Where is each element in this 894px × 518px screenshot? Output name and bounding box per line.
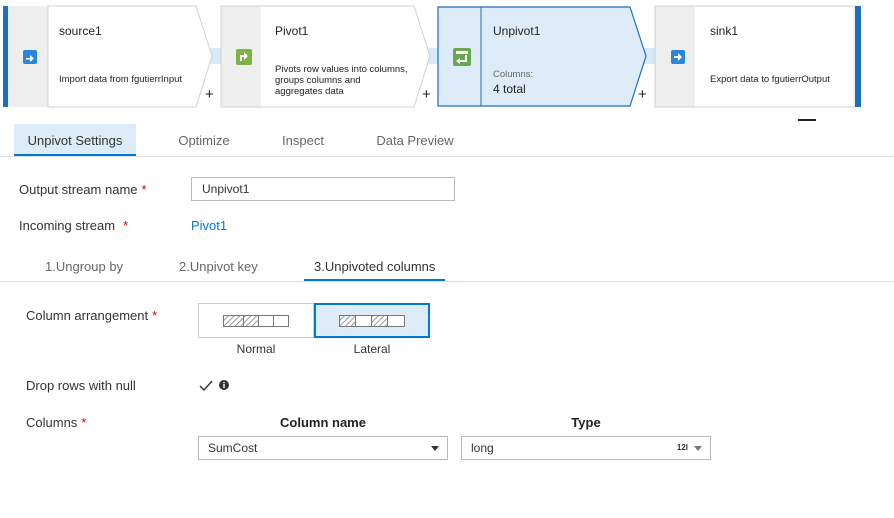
unpivot-icon <box>443 6 481 107</box>
source-icon <box>11 6 49 107</box>
incoming-stream-label: Incoming stream * <box>19 218 128 233</box>
required-marker: * <box>152 308 158 323</box>
output-stream-input[interactable]: Unpivot1 <box>191 177 455 201</box>
required-marker: * <box>123 218 129 233</box>
unpivot-steps-tabs: 1.Ungroup by 2.Unpivot key 3.Unpivoted c… <box>0 253 894 282</box>
lateral-arrangement-icon <box>339 314 405 327</box>
node-title: sink1 <box>710 24 739 38</box>
subtab-unpivot-key[interactable]: 2.Unpivot key <box>179 253 258 281</box>
add-transform-button[interactable]: + <box>422 87 431 102</box>
arrangement-normal-option[interactable] <box>198 303 314 338</box>
tab-inspect[interactable]: Inspect <box>272 124 334 156</box>
normal-arrangement-icon <box>223 314 289 327</box>
arrangement-lateral-option[interactable] <box>314 303 430 338</box>
output-stream-label-text: Output stream name <box>19 182 138 197</box>
node-description: Import data from fgutierrInput <box>59 74 183 85</box>
tab-data-preview[interactable]: Data Preview <box>366 124 464 156</box>
columns-count: 4 total <box>493 82 526 96</box>
chevron-down-icon <box>694 446 702 451</box>
type-value: long <box>471 441 494 455</box>
drop-rows-label: Drop rows with null <box>26 378 136 393</box>
node-title: Unpivot1 <box>493 24 541 38</box>
node-pivot1[interactable]: Pivot1 Pivots row values into columns, g… <box>220 5 431 108</box>
node-description: Pivots row values into columns, groups c… <box>275 64 408 97</box>
required-marker: * <box>141 182 147 197</box>
column-name-value: SumCost <box>208 441 258 455</box>
type-dropdown[interactable]: long 12l <box>461 436 711 460</box>
incoming-stream-label-text: Incoming stream <box>19 218 116 233</box>
column-name-header: Column name <box>280 415 366 430</box>
settings-tabs: Unpivot Settings Optimize Inspect Data P… <box>0 124 894 157</box>
type-header: Type <box>571 415 601 430</box>
info-icon[interactable] <box>219 380 229 390</box>
sink-icon <box>659 6 697 107</box>
column-name-dropdown[interactable]: SumCost <box>198 436 448 460</box>
scroll-indicator[interactable] <box>798 119 816 121</box>
incoming-stream-link[interactable]: Pivot1 <box>191 218 227 233</box>
description-line: Pivots row values into columns, <box>275 64 408 75</box>
columns-label: Columns * <box>26 415 86 430</box>
node-title: source1 <box>59 24 102 38</box>
description-line: groups columns and <box>275 75 361 86</box>
node-unpivot1[interactable]: Unpivot1 Columns: 4 total <box>437 6 649 107</box>
pivot-icon <box>225 6 263 107</box>
node-description: Export data to fgutierrOutput <box>710 74 830 85</box>
subtab-unpivoted-columns[interactable]: 3.Unpivoted columns <box>304 253 446 281</box>
node-title: Pivot1 <box>275 24 309 38</box>
arrangement-normal-label: Normal <box>236 342 276 356</box>
tab-optimize[interactable]: Optimize <box>168 124 240 156</box>
checkmark-icon <box>199 380 213 391</box>
subtab-ungroup-by[interactable]: 1.Ungroup by <box>45 253 123 281</box>
columns-label: Columns: <box>493 69 534 80</box>
pipeline-canvas: source1 Import data from fgutierrInput +… <box>0 0 894 121</box>
add-transform-button[interactable]: + <box>205 87 214 102</box>
required-marker: * <box>81 415 87 430</box>
tab-unpivot-settings[interactable]: Unpivot Settings <box>14 124 136 156</box>
columns-label-text: Columns <box>26 415 78 430</box>
drop-rows-checkbox[interactable] <box>198 378 213 393</box>
column-arrangement-label-text: Column arrangement <box>26 308 149 323</box>
output-stream-label: Output stream name * <box>19 182 147 197</box>
add-transform-button[interactable]: + <box>638 87 647 102</box>
arrangement-lateral-label: Lateral <box>353 342 391 356</box>
node-sink1[interactable]: sink1 Export data to fgutierrOutput <box>654 5 865 108</box>
integer-type-icon: 12l <box>676 443 688 452</box>
chevron-down-icon <box>431 446 439 451</box>
description-line: aggregates data <box>275 86 344 97</box>
column-arrangement-label: Column arrangement * <box>26 308 157 323</box>
node-source1[interactable]: source1 Import data from fgutierrInput <box>3 5 213 108</box>
